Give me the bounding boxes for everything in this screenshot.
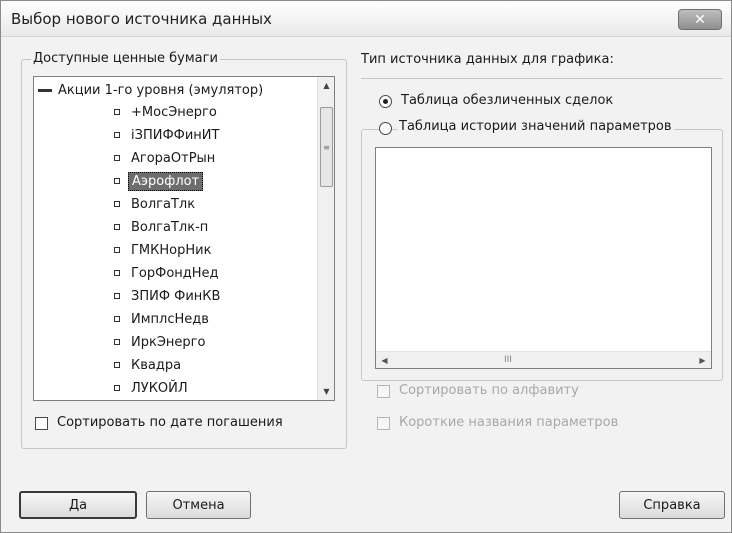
tree-item[interactable]: ИмплсНедв — [114, 309, 212, 329]
tree-item-label: ЗПИФ ФинКВ — [131, 288, 221, 304]
tree-item-label: ГорФондНед — [131, 265, 219, 281]
chevron-left-icon[interactable]: ◀ — [376, 352, 393, 369]
bullet-icon — [114, 201, 120, 207]
tree-item-label: АгораОтРын — [131, 150, 216, 166]
radio-selected-dot — [383, 99, 388, 104]
tree-item-label: +МосЭнерго — [131, 104, 217, 120]
tree-item-label: Квадра — [131, 357, 182, 373]
close-icon: ✕ — [694, 11, 706, 28]
tree-item-label: ИмплсНедв — [131, 311, 209, 327]
securities-tree[interactable]: Акции 1-го уровня (эмулятор) +МосЭнерго i… — [33, 76, 335, 401]
sort-alpha-label: Сортировать по алфавиту — [399, 383, 579, 398]
title-bar: Выбор нового источника данных ✕ — [1, 1, 731, 37]
help-button[interactable]: Справка — [619, 491, 725, 519]
dialog-title: Выбор нового источника данных — [11, 10, 272, 28]
scroll-grip[interactable]: III — [504, 355, 512, 365]
tree-item[interactable]: Аэрофлот — [114, 171, 204, 191]
bullet-icon — [114, 247, 120, 253]
tree-item-label: Аэрофлот — [128, 171, 204, 191]
vertical-scrollbar[interactable]: ▲ ≡ ▼ — [317, 77, 334, 400]
tree-root-item[interactable]: Акции 1-го уровня (эмулятор) — [38, 81, 263, 100]
tree-item[interactable]: ЗПИФ ФинКВ — [114, 286, 223, 306]
source-type-heading: Тип источника данных для графика: — [361, 52, 614, 67]
tree-root-label: Акции 1-го уровня (эмулятор) — [58, 83, 264, 98]
scroll-thumb[interactable]: ≡ — [320, 107, 333, 187]
short-names-checkbox[interactable] — [377, 417, 390, 430]
tree-item-label: ЛУКОЙЛ — [131, 380, 188, 396]
separator-line — [361, 78, 723, 79]
tree-item[interactable]: ВолгаТлк-п — [114, 217, 211, 237]
tree-item-label: iЗПИФФинИТ — [131, 127, 220, 143]
tree-item[interactable]: ЛУКОЙЛ — [114, 378, 191, 398]
anonymous-trades-label: Таблица обезличенных сделок — [401, 93, 614, 108]
securities-group-label: Доступные ценные бумаги — [31, 51, 220, 66]
tree-item[interactable]: Квадра — [114, 355, 184, 375]
tree-item-label: ИркЭнерго — [131, 334, 206, 350]
short-names-label: Короткие названия параметров — [399, 415, 619, 430]
bullet-icon — [114, 109, 120, 115]
bullet-icon — [114, 385, 120, 391]
tree-item[interactable]: iЗПИФФинИТ — [114, 125, 222, 145]
sort-by-maturity-checkbox[interactable] — [35, 417, 48, 430]
bullet-icon — [114, 270, 120, 276]
horizontal-scrollbar[interactable]: ◀ III ▶ — [376, 351, 711, 368]
tree-item[interactable]: ГМКНорНик — [114, 240, 214, 260]
ok-button[interactable]: Да — [19, 491, 137, 519]
tree-item-label: ГМКНорНик — [131, 242, 212, 258]
bullet-icon — [114, 155, 120, 161]
parameters-list[interactable]: ◀ III ▶ — [375, 147, 712, 369]
bullet-icon — [114, 362, 120, 368]
param-history-label: Таблица истории значений параметров — [397, 119, 674, 134]
tree-item[interactable]: +МосЭнерго — [114, 102, 220, 122]
bullet-icon — [114, 316, 120, 322]
minus-collapse-icon[interactable] — [38, 89, 52, 92]
tree-item[interactable]: АгораОтРын — [114, 148, 218, 168]
tree-item[interactable]: ИркЭнерго — [114, 332, 208, 352]
dialog-window: Выбор нового источника данных ✕ Доступны… — [0, 0, 732, 533]
sort-alpha-checkbox[interactable] — [377, 385, 390, 398]
param-history-radio[interactable] — [379, 122, 392, 135]
bullet-icon — [114, 339, 120, 345]
bullet-icon — [114, 132, 120, 138]
chevron-down-icon[interactable]: ▼ — [318, 383, 334, 400]
bullet-icon — [114, 178, 120, 184]
tree-item[interactable]: ГорФондНед — [114, 263, 222, 283]
bullet-icon — [114, 293, 120, 299]
tree-item[interactable]: ВолгаТлк — [114, 194, 198, 214]
anonymous-trades-radio[interactable] — [379, 95, 392, 108]
sort-by-maturity-label: Сортировать по дате погашения — [57, 415, 283, 430]
tree-item-label: ВолгаТлк-п — [131, 219, 209, 235]
close-button[interactable]: ✕ — [678, 9, 722, 30]
bullet-icon — [114, 224, 120, 230]
chevron-up-icon[interactable]: ▲ — [318, 77, 334, 94]
chevron-right-icon[interactable]: ▶ — [694, 352, 711, 369]
tree-item-label: ВолгаТлк — [131, 196, 196, 212]
cancel-button[interactable]: Отмена — [146, 491, 251, 519]
